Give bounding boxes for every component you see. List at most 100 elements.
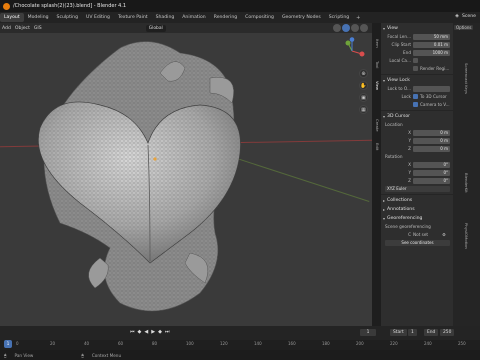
render-region-checkbox[interactable] bbox=[413, 66, 418, 71]
tab-geometry-nodes[interactable]: Geometry Nodes bbox=[278, 13, 325, 22]
sidebar-tab-edit[interactable]: Edit bbox=[373, 143, 380, 150]
lock-to-object-row: Lock to O... bbox=[381, 85, 453, 92]
sidebar-tab-blenderkit[interactable]: BlenderKit bbox=[462, 173, 469, 193]
sidebar-tab-tool[interactable]: Tool bbox=[373, 61, 380, 68]
chevron-down-icon: ▾ bbox=[383, 114, 386, 119]
tab-scripting[interactable]: Scripting bbox=[325, 13, 353, 22]
current-frame-field[interactable]: 1 bbox=[360, 329, 376, 336]
3d-viewport[interactable]: ⊕ ✋ ▣ ▦ bbox=[0, 33, 372, 326]
gear-icon[interactable]: ⚙ bbox=[442, 232, 446, 237]
transform-orientation-dropdown[interactable]: Global bbox=[145, 24, 166, 32]
rotation-y-field[interactable]: 0° bbox=[413, 169, 450, 176]
rotation-mode-dropdown[interactable]: XYZ Euler bbox=[385, 185, 450, 192]
timeline-playhead[interactable]: 1 bbox=[4, 340, 12, 348]
pan-hand-icon[interactable]: ✋ bbox=[359, 81, 368, 90]
see-coordinates-button[interactable]: See coordinates bbox=[385, 239, 450, 246]
status-pan-view: Pan View bbox=[14, 352, 34, 358]
chevron-down-icon: ▾ bbox=[383, 216, 386, 221]
rotation-label-row: Rotation bbox=[385, 154, 403, 159]
play-reverse-icon[interactable]: ◀ bbox=[144, 329, 148, 335]
scene-georef-row: Scene georeferencing bbox=[385, 224, 431, 229]
3d-cursor-section-header[interactable]: ▾ 3D Cursor bbox=[381, 113, 453, 120]
prev-keyframe-icon[interactable]: ◆ bbox=[138, 329, 142, 335]
clip-end-field[interactable]: 1000 m bbox=[413, 49, 450, 56]
add-workspace-button[interactable]: + bbox=[353, 15, 363, 21]
menu-add[interactable]: Add bbox=[2, 26, 11, 31]
chevron-down-icon: ▾ bbox=[383, 78, 386, 83]
view-section-header[interactable]: ▾ View bbox=[381, 25, 453, 32]
menu-object[interactable]: Object bbox=[15, 26, 30, 31]
tab-uv-editing[interactable]: UV Editing bbox=[82, 13, 114, 22]
lock-to-object-field[interactable] bbox=[413, 85, 450, 92]
navigation-gizmo[interactable] bbox=[338, 37, 366, 65]
options-dropdown[interactable]: Options bbox=[454, 25, 474, 30]
cursor-y-field[interactable]: 0 m bbox=[413, 137, 450, 144]
focal-length-row: Focal Len... 50 mm bbox=[387, 33, 450, 40]
view-lock-section-header[interactable]: ▾ View Lock bbox=[381, 77, 453, 84]
blender-logo-icon bbox=[3, 2, 10, 10]
chevron-right-icon: ▸ bbox=[383, 198, 386, 203]
window-title: /Chocolate splash(2)(23).blend] - Blende… bbox=[13, 3, 127, 9]
tab-rendering[interactable]: Rendering bbox=[210, 13, 241, 22]
material-shading-icon[interactable] bbox=[351, 24, 359, 32]
solid-shading-icon[interactable] bbox=[342, 24, 350, 32]
wireframe-shading-icon[interactable] bbox=[333, 24, 341, 32]
sidebar-tab-create[interactable]: Create bbox=[373, 119, 380, 132]
cursor-x-field[interactable]: 0 m bbox=[413, 129, 450, 136]
timeline-ruler[interactable]: 0 20 40 60 80 100 120 140 160 180 200 22… bbox=[0, 340, 480, 350]
sidebar-tab-physiomotion[interactable]: PhysiOMotion bbox=[462, 223, 469, 249]
georeferencing-section-header[interactable]: ▾ Georeferencing bbox=[381, 215, 453, 222]
focal-length-field[interactable]: 50 mm bbox=[413, 33, 450, 40]
tab-sculpting[interactable]: Sculpting bbox=[53, 13, 82, 22]
n-panel: ▾ View Focal Len... 50 mm Clip Start 0.01 m… bbox=[381, 23, 453, 326]
menu-gis[interactable]: GIS bbox=[34, 26, 42, 31]
jump-start-icon[interactable]: ⏮ bbox=[130, 329, 135, 335]
sidebar-tab-strip: Item Tool View Create Edit bbox=[372, 23, 381, 326]
tab-modeling[interactable]: Modeling bbox=[24, 13, 53, 22]
rotation-z-field[interactable]: 0° bbox=[413, 177, 450, 184]
start-frame-field[interactable]: 1 bbox=[408, 329, 417, 336]
crs-value: Not set bbox=[413, 232, 429, 237]
zoom-icon[interactable]: ⊕ bbox=[359, 69, 368, 78]
lock-cursor-row: Lock To 3D Cursor bbox=[401, 94, 447, 99]
clip-start-row: Clip Start 0.01 m bbox=[391, 41, 450, 48]
next-keyframe-icon[interactable]: ◆ bbox=[158, 329, 162, 335]
collections-section-header[interactable]: ▸ Collections bbox=[381, 197, 453, 204]
cursor-x-row: X0 m bbox=[408, 129, 450, 136]
chevron-right-icon: ▸ bbox=[383, 207, 386, 212]
location-label-row: Location bbox=[385, 122, 403, 127]
rendered-shading-icon[interactable] bbox=[360, 24, 368, 32]
jump-end-icon[interactable]: ⏭ bbox=[165, 329, 170, 335]
to-3d-cursor-checkbox[interactable] bbox=[413, 94, 418, 99]
grid-icon[interactable]: ▦ bbox=[359, 105, 368, 114]
sidebar-tab-item[interactable]: Item bbox=[373, 39, 380, 48]
workspace-tabs-bar: Layout Modeling Sculpting UV Editing Tex… bbox=[0, 12, 480, 23]
rotation-x-field[interactable]: 0° bbox=[413, 161, 450, 168]
end-frame-field[interactable]: 250 bbox=[440, 329, 455, 336]
tab-compositing[interactable]: Compositing bbox=[241, 13, 278, 22]
local-camera-checkbox[interactable] bbox=[413, 58, 418, 63]
clip-start-field[interactable]: 0.01 m bbox=[413, 41, 450, 48]
title-bar: /Chocolate splash(2)(23).blend] - Blende… bbox=[0, 0, 480, 12]
rotation-z-row: Z 0° bbox=[408, 177, 450, 184]
playback-controls: ⏮ ◆ ◀ ▶ ◆ ⏭ bbox=[130, 329, 169, 335]
tab-layout[interactable]: Layout bbox=[0, 13, 24, 22]
start-frame-label: Start bbox=[390, 329, 407, 336]
cursor-z-field[interactable]: 0 m bbox=[413, 145, 450, 152]
tab-shading[interactable]: Shading bbox=[152, 13, 179, 22]
sidebar-tab-screencast-keys[interactable]: Screencast Keys bbox=[462, 63, 469, 94]
mouse-icon: 🖱 bbox=[4, 352, 7, 358]
end-frame-label: End bbox=[424, 329, 439, 336]
tab-animation[interactable]: Animation bbox=[178, 13, 209, 22]
scene-selector[interactable]: ◈ Scene bbox=[455, 13, 476, 19]
play-icon[interactable]: ▶ bbox=[151, 329, 155, 335]
cursor-z-row: Z0 m bbox=[408, 145, 450, 152]
tab-texture-paint[interactable]: Texture Paint bbox=[114, 13, 152, 22]
camera-to-view-checkbox[interactable] bbox=[413, 102, 418, 107]
sidebar-tab-view[interactable]: View bbox=[373, 81, 380, 90]
annotations-section-header[interactable]: ▸ Annotations bbox=[381, 206, 453, 213]
camera-view-icon[interactable]: ▣ bbox=[359, 93, 368, 102]
scene-icon: ◈ bbox=[455, 13, 459, 19]
status-context-menu: Context Menu bbox=[91, 352, 122, 358]
mouse-icon: 🖱 bbox=[81, 352, 84, 358]
